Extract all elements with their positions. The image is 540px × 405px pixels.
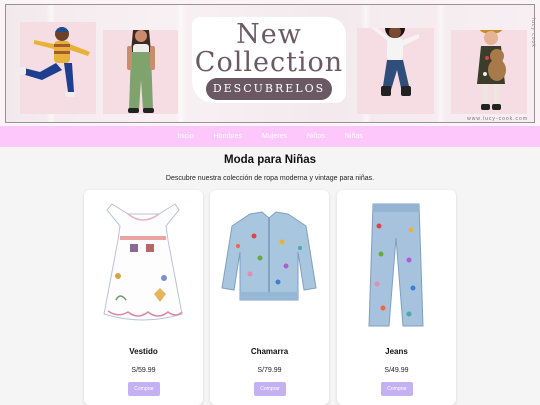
hero-banner: New Collection DESCUBRELOS lucy cook www… [0,0,540,126]
jeans-icon [368,203,424,327]
buy-button[interactable]: Comprar [381,382,413,396]
product-price: S/59.99 [131,367,156,374]
product-name: Chamarra [250,347,289,356]
product-name: Vestido [129,347,158,356]
page-title: Moda para Niñas [223,154,317,166]
brand-url: www.lucy-cook.com [467,116,528,122]
girl-jumping-illustration [20,22,96,114]
nav-link-mujeres[interactable]: Mujeres [262,133,287,140]
girl-overalls-illustration [103,30,178,114]
brand-vertical-text: lucy cook [530,18,536,48]
buy-button[interactable]: Comprar [128,382,160,396]
page-subtitle: Descubre nuestra colección de ropa moder… [165,175,375,182]
denim-jacket-icon [221,211,317,301]
nav-link-ninos[interactable]: Niños [307,133,325,140]
product-name: Jeans [385,347,408,356]
nav-link-ninas[interactable]: Niñas [345,133,363,140]
model-photo [103,30,178,114]
model-photo [451,22,527,114]
main-nav: Inicio Hombres Mujeres Niños Niñas [0,126,540,147]
product-card-chamarra[interactable]: Chamarra S/79.99 Comprar [210,190,329,405]
nav-link-hombres[interactable]: Hombres [214,133,242,140]
nav-link-inicio[interactable]: Inicio [177,133,193,140]
girl-teddy-illustration [451,22,527,114]
hero-title-line1: New [236,19,302,50]
product-card-vestido[interactable]: Vestido S/59.99 Comprar [84,190,203,405]
discover-button[interactable]: DESCUBRELOS [206,78,332,100]
white-dress-icon [103,203,183,321]
curtain-fold [436,5,446,122]
product-card-jeans[interactable]: Jeans S/49.99 Comprar [337,190,456,405]
product-price: S/49.99 [384,367,409,374]
hero-title-line2: Collection [194,47,344,78]
buy-button[interactable]: Comprar [254,382,286,396]
product-price: S/79.99 [257,367,282,374]
girl-denim-jumping-illustration [357,18,434,114]
model-photo [20,22,96,114]
model-photo [357,18,434,114]
